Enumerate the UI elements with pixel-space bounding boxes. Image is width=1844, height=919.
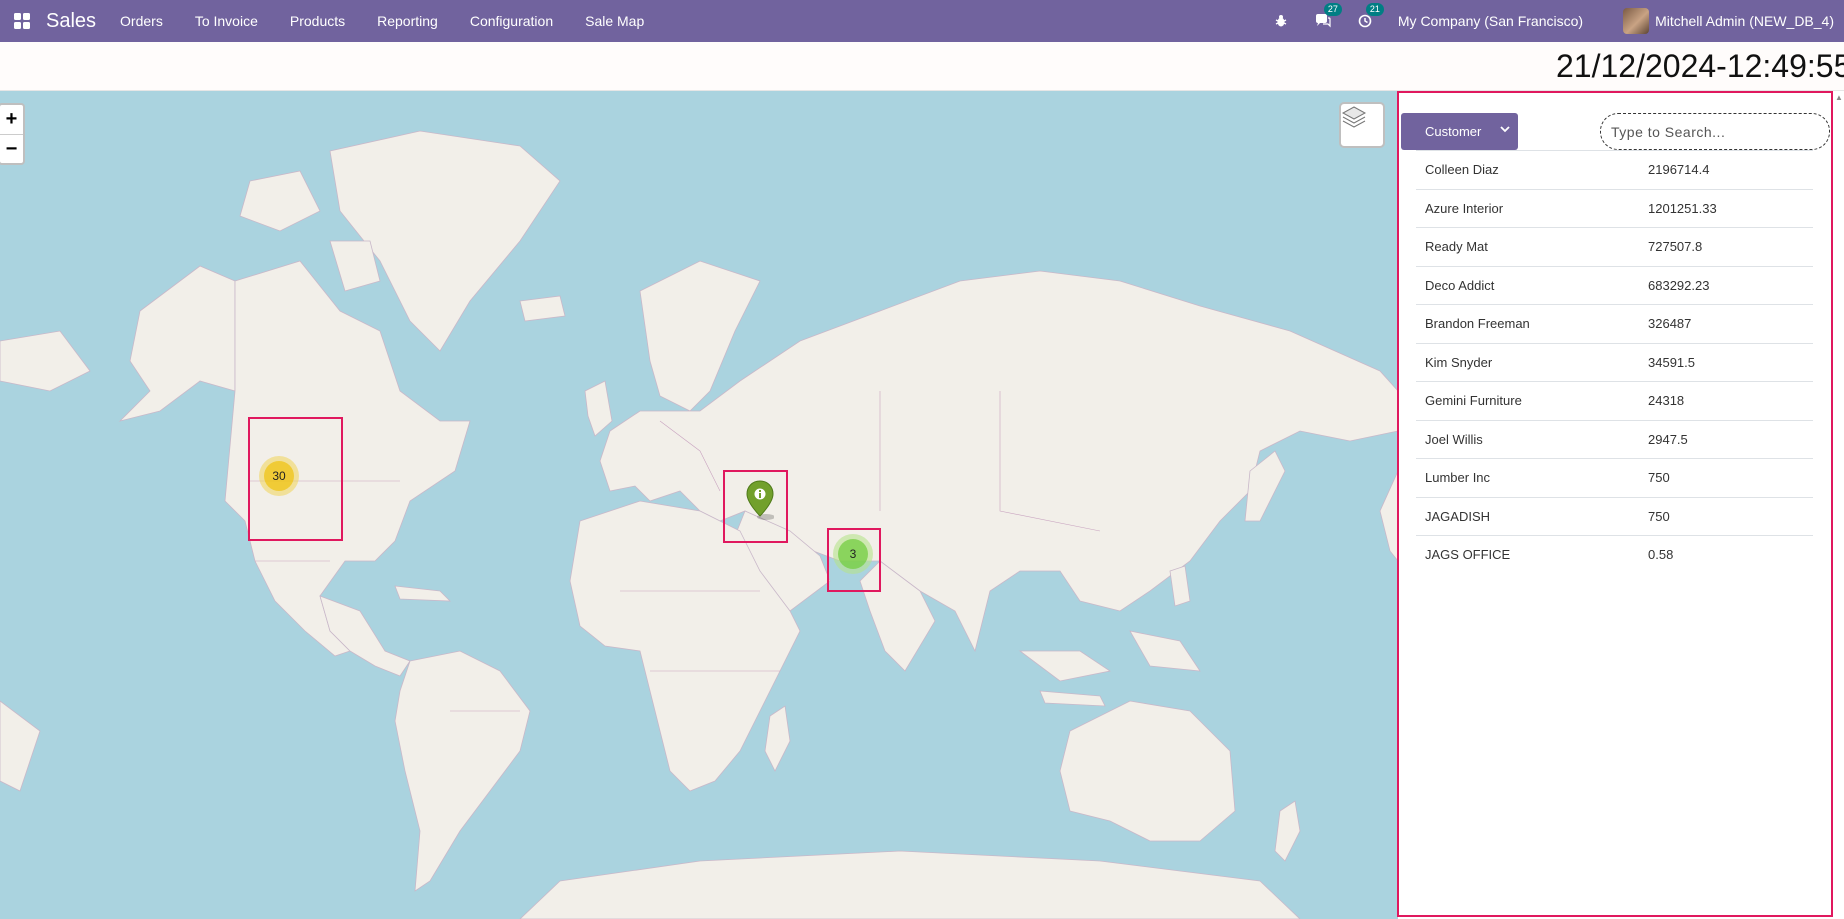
row-name: Brandon Freeman <box>1425 316 1530 332</box>
zoom-in-button[interactable]: + <box>0 105 23 134</box>
table-row[interactable]: Kim Snyder 34591.5 <box>1416 342 1813 382</box>
row-amount: 2196714.4 <box>1648 162 1710 178</box>
scroll-up-arrow-icon[interactable]: ▲ <box>1834 93 1844 103</box>
map-cluster-india[interactable]: 3 <box>833 534 873 574</box>
row-amount: 750 <box>1648 508 1670 524</box>
marker-pin-icon <box>746 480 774 520</box>
menu-orders[interactable]: Orders <box>120 13 163 29</box>
table-row[interactable]: Deco Addict 683292.23 <box>1416 265 1813 305</box>
debug-bug-icon[interactable] <box>1272 12 1290 30</box>
world-map[interactable]: + − 30 3 <box>0 91 1398 919</box>
row-amount: 683292.23 <box>1648 277 1710 293</box>
row-name: Ready Mat <box>1425 239 1488 255</box>
row-name: Colleen Diaz <box>1425 162 1499 178</box>
top-navbar: Sales Orders To Invoice Products Reporti… <box>0 0 1844 42</box>
row-name: Gemini Furniture <box>1425 393 1522 409</box>
table-row[interactable]: Brandon Freeman 326487 <box>1416 304 1813 343</box>
sales-ranking-panel: Customer Colleen Diaz 2196714.4 Azure In… <box>1397 91 1833 917</box>
table-row[interactable]: Joel Willis 2947.5 <box>1416 419 1813 459</box>
table-row[interactable]: Ready Mat 727507.8 <box>1416 227 1813 266</box>
company-switcher[interactable]: My Company (San Francisco) <box>1398 13 1583 29</box>
menu-configuration[interactable]: Configuration <box>470 13 553 29</box>
navbar-systray: 27 21 My Company (San Francisco) Mitchel… <box>1272 0 1834 42</box>
row-amount: 0.58 <box>1648 547 1674 563</box>
table-row[interactable]: JAGS OFFICE 0.58 <box>1416 535 1813 574</box>
app-brand[interactable]: Sales <box>46 10 96 33</box>
apps-menu-icon[interactable] <box>14 13 30 29</box>
user-avatar[interactable] <box>1623 8 1650 34</box>
menu-reporting[interactable]: Reporting <box>377 13 438 29</box>
cluster-count: 3 <box>838 539 868 569</box>
row-name: JAGS OFFICE <box>1425 547 1511 563</box>
row-amount: 727507.8 <box>1648 239 1703 255</box>
group-by-selected-value: Customer <box>1425 124 1482 139</box>
row-amount: 1201251.33 <box>1648 200 1717 216</box>
layers-toggle-button[interactable] <box>1339 102 1385 148</box>
layers-icon <box>1341 106 1367 128</box>
row-amount: 750 <box>1648 470 1670 486</box>
cluster-count: 30 <box>264 461 294 491</box>
row-name: JAGADISH <box>1425 508 1491 524</box>
activities-clock-icon[interactable]: 21 <box>1356 3 1384 30</box>
table-row[interactable]: Azure Interior 1201251.33 <box>1416 188 1813 228</box>
menu-products[interactable]: Products <box>290 13 345 29</box>
map-tiles <box>0 130 1398 919</box>
messages-count-badge: 27 <box>1323 3 1342 16</box>
messages-icon[interactable]: 27 <box>1314 3 1342 30</box>
menu-to-invoice[interactable]: To Invoice <box>195 13 258 29</box>
chevron-down-icon <box>1500 126 1510 133</box>
panel-toolbar: Customer <box>1399 93 1831 153</box>
row-name: Azure Interior <box>1425 200 1504 216</box>
table-row[interactable]: Colleen Diaz 2196714.4 <box>1416 150 1813 189</box>
row-name: Joel Willis <box>1425 431 1483 447</box>
map-cluster-north-america[interactable]: 30 <box>259 456 299 496</box>
table-row[interactable]: JAGADISH 750 <box>1416 496 1813 536</box>
current-datetime: 21/12/2024-12:49:55 <box>1556 48 1844 84</box>
row-name: Kim Snyder <box>1425 354 1493 370</box>
zoom-control: + − <box>0 103 25 165</box>
search-box <box>1600 113 1830 150</box>
row-amount: 34591.5 <box>1648 354 1695 370</box>
row-name: Deco Addict <box>1425 277 1495 293</box>
table-row[interactable]: Gemini Furniture 24318 <box>1416 381 1813 420</box>
zoom-out-button[interactable]: − <box>0 134 23 163</box>
search-input[interactable] <box>1609 122 1819 141</box>
activities-count-badge: 21 <box>1365 3 1384 16</box>
table-row[interactable]: Lumber Inc 750 <box>1416 458 1813 497</box>
datetime-bar: 21/12/2024-12:49:55 <box>0 42 1844 91</box>
ranking-table: Colleen Diaz 2196714.4 Azure Interior 12… <box>1416 150 1813 574</box>
row-amount: 24318 <box>1648 393 1685 409</box>
group-by-select[interactable]: Customer <box>1401 113 1518 150</box>
user-menu[interactable]: Mitchell Admin (NEW_DB_4) <box>1655 13 1834 29</box>
row-name: Lumber Inc <box>1425 470 1491 486</box>
row-amount: 326487 <box>1648 316 1692 332</box>
menu-sale-map[interactable]: Sale Map <box>585 13 644 29</box>
row-amount: 2947.5 <box>1648 431 1688 447</box>
